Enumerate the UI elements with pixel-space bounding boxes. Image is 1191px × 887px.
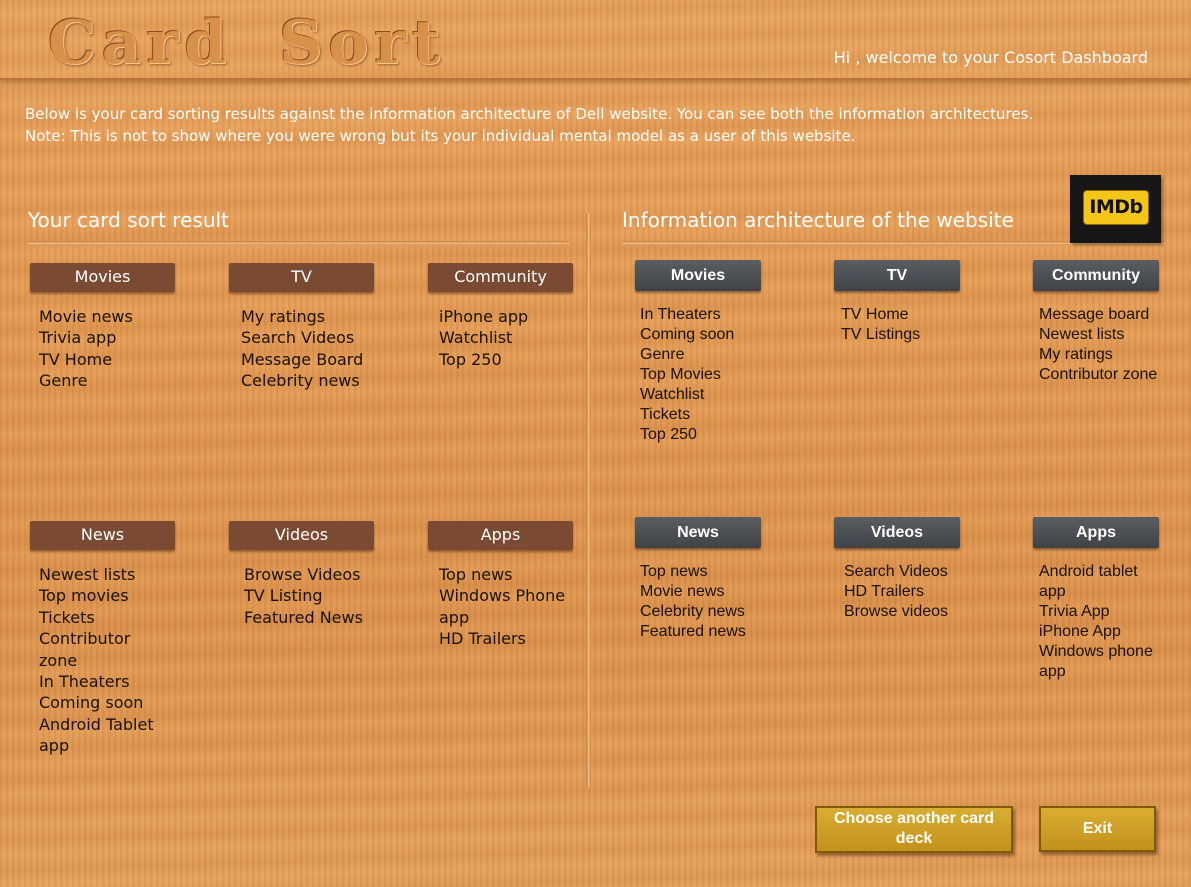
left-group-items: Newest lists Top movies Tickets Contribu… bbox=[39, 564, 169, 757]
list-item: Top movies bbox=[39, 586, 129, 606]
list-item: Celebrity news bbox=[241, 371, 360, 391]
list-item: Contributor zone bbox=[39, 629, 131, 670]
left-group-apps: Apps Top news Windows Phone app HD Trail… bbox=[428, 521, 583, 650]
list-item: Watchlist bbox=[439, 328, 513, 348]
vertical-divider bbox=[586, 213, 591, 788]
list-item: TV Home bbox=[841, 306, 909, 323]
left-group-items: Browse Videos TV Listing Featured News bbox=[244, 564, 389, 628]
list-item: Coming soon bbox=[640, 326, 735, 343]
list-item: In Theaters bbox=[640, 306, 721, 323]
list-item: Newest lists bbox=[1039, 326, 1125, 343]
right-group-header: Videos bbox=[834, 517, 960, 548]
left-group-videos: Videos Browse Videos TV Listing Featured… bbox=[229, 521, 389, 628]
list-item: Contributor zone bbox=[1039, 366, 1158, 383]
imdb-logo: IMDb bbox=[1070, 175, 1161, 243]
intro-line-1: Below is your card sorting results again… bbox=[25, 105, 1034, 123]
left-section-divider bbox=[27, 241, 570, 245]
header: Card Sort Hi , welcome to your Cosort Da… bbox=[0, 0, 1191, 80]
left-group-community: Community iPhone app Watchlist Top 250 bbox=[428, 263, 578, 370]
right-group-header: News bbox=[635, 517, 761, 548]
list-item: Movie news bbox=[39, 307, 133, 326]
list-item: My ratings bbox=[241, 307, 326, 326]
list-item: Featured news bbox=[640, 623, 746, 640]
right-group-header: Movies bbox=[635, 260, 761, 291]
list-item: Top Movies bbox=[640, 366, 721, 383]
list-item: Message board bbox=[1039, 306, 1150, 323]
list-item: Search Videos bbox=[844, 563, 948, 580]
exit-button[interactable]: Exit bbox=[1039, 806, 1156, 852]
list-item: My ratings bbox=[1039, 346, 1113, 363]
left-section-title: Your card sort result bbox=[28, 208, 229, 232]
list-item: Watchlist bbox=[640, 386, 705, 403]
left-group-items: My ratings Search Videos Message Board C… bbox=[241, 306, 389, 392]
right-group-news: News Top news Movie news Celebrity news … bbox=[635, 517, 785, 642]
right-group-videos: Videos Search Videos HD Trailers Browse … bbox=[834, 517, 984, 622]
list-item: In Theaters bbox=[39, 672, 130, 692]
list-item: Celebrity news bbox=[640, 603, 745, 620]
list-item: Featured News bbox=[244, 607, 363, 627]
left-group-header: News bbox=[30, 521, 175, 550]
left-group-items: iPhone app Watchlist Top 250 bbox=[439, 306, 578, 370]
right-group-header: TV bbox=[834, 260, 960, 291]
list-item: Windows phone app bbox=[1039, 643, 1153, 680]
right-group-community: Community Message board Newest lists My … bbox=[1033, 260, 1183, 385]
list-item: Android Tablet app bbox=[39, 714, 154, 756]
right-group-apps: Apps Android tablet app Trivia App iPhon… bbox=[1033, 517, 1183, 682]
right-group-header: Community bbox=[1033, 260, 1159, 291]
list-item: Search Videos bbox=[241, 328, 355, 348]
list-item: iPhone App bbox=[1039, 623, 1121, 640]
list-item: Trivia app bbox=[39, 328, 117, 348]
list-item: Android tablet app bbox=[1039, 563, 1138, 600]
left-group-header: Community bbox=[428, 263, 573, 292]
left-group-tv: TV My ratings Search Videos Message Boar… bbox=[229, 263, 389, 392]
right-group-items: Top news Movie news Celebrity news Featu… bbox=[640, 562, 785, 642]
list-item: Genre bbox=[39, 371, 88, 391]
intro-text: Below is your card sorting results again… bbox=[25, 103, 1165, 147]
list-item: HD Trailers bbox=[439, 629, 526, 649]
right-group-items: Search Videos HD Trailers Browse videos bbox=[844, 562, 984, 622]
left-group-items: Movie news Trivia app TV Home Genre bbox=[39, 306, 180, 392]
left-group-news: News Newest lists Top movies Tickets Con… bbox=[30, 521, 190, 757]
right-group-header: Apps bbox=[1033, 517, 1159, 548]
right-group-items: TV Home TV Listings bbox=[841, 305, 984, 345]
right-group-tv: TV TV Home TV Listings bbox=[834, 260, 984, 345]
list-item: Tickets bbox=[640, 406, 691, 423]
list-item: iPhone app bbox=[439, 307, 529, 326]
right-group-movies: Movies In Theaters Coming soon Genre Top… bbox=[635, 260, 785, 445]
left-group-header: Videos bbox=[229, 521, 374, 550]
right-section-title: Information architecture of the website bbox=[622, 208, 1014, 232]
left-group-header: Apps bbox=[428, 521, 573, 550]
list-item: Coming soon bbox=[39, 693, 144, 713]
left-group-header: TV bbox=[229, 263, 374, 292]
welcome-message: Hi , welcome to your Cosort Dashboard bbox=[833, 48, 1148, 67]
list-item: Newest lists bbox=[39, 565, 136, 584]
list-item: Genre bbox=[640, 346, 685, 363]
app-logo: Card Sort bbox=[48, 8, 446, 78]
right-group-items: Message board Newest lists My ratings Co… bbox=[1039, 305, 1183, 385]
list-item: TV Listings bbox=[841, 326, 921, 343]
choose-deck-button[interactable]: Choose another card deck bbox=[815, 806, 1013, 853]
left-group-movies: Movies Movie news Trivia app TV Home Gen… bbox=[30, 263, 180, 392]
list-item: Top 250 bbox=[640, 426, 697, 443]
list-item: TV Home bbox=[39, 349, 113, 369]
list-item: Trivia App bbox=[1039, 603, 1110, 620]
list-item: Windows Phone app bbox=[439, 586, 566, 627]
list-item: Top news bbox=[640, 563, 708, 580]
right-group-items: Android tablet app Trivia App iPhone App… bbox=[1039, 562, 1167, 682]
list-item: Top 250 bbox=[439, 349, 502, 369]
intro-line-2: Note: This is not to show where you were… bbox=[25, 127, 856, 145]
list-item: TV Listing bbox=[244, 586, 323, 606]
list-item: HD Trailers bbox=[844, 583, 925, 600]
right-group-items: In Theaters Coming soon Genre Top Movies… bbox=[640, 305, 785, 445]
list-item: Movie news bbox=[640, 583, 725, 600]
list-item: Browse Videos bbox=[244, 565, 361, 584]
imdb-logo-badge: IMDb bbox=[1083, 190, 1149, 225]
list-item: Message Board bbox=[241, 349, 364, 369]
left-group-items: Top news Windows Phone app HD Trailers bbox=[439, 564, 569, 650]
list-item: Browse videos bbox=[844, 603, 949, 620]
left-group-header: Movies bbox=[30, 263, 175, 292]
list-item: Top news bbox=[439, 565, 513, 584]
list-item: Tickets bbox=[39, 607, 95, 627]
